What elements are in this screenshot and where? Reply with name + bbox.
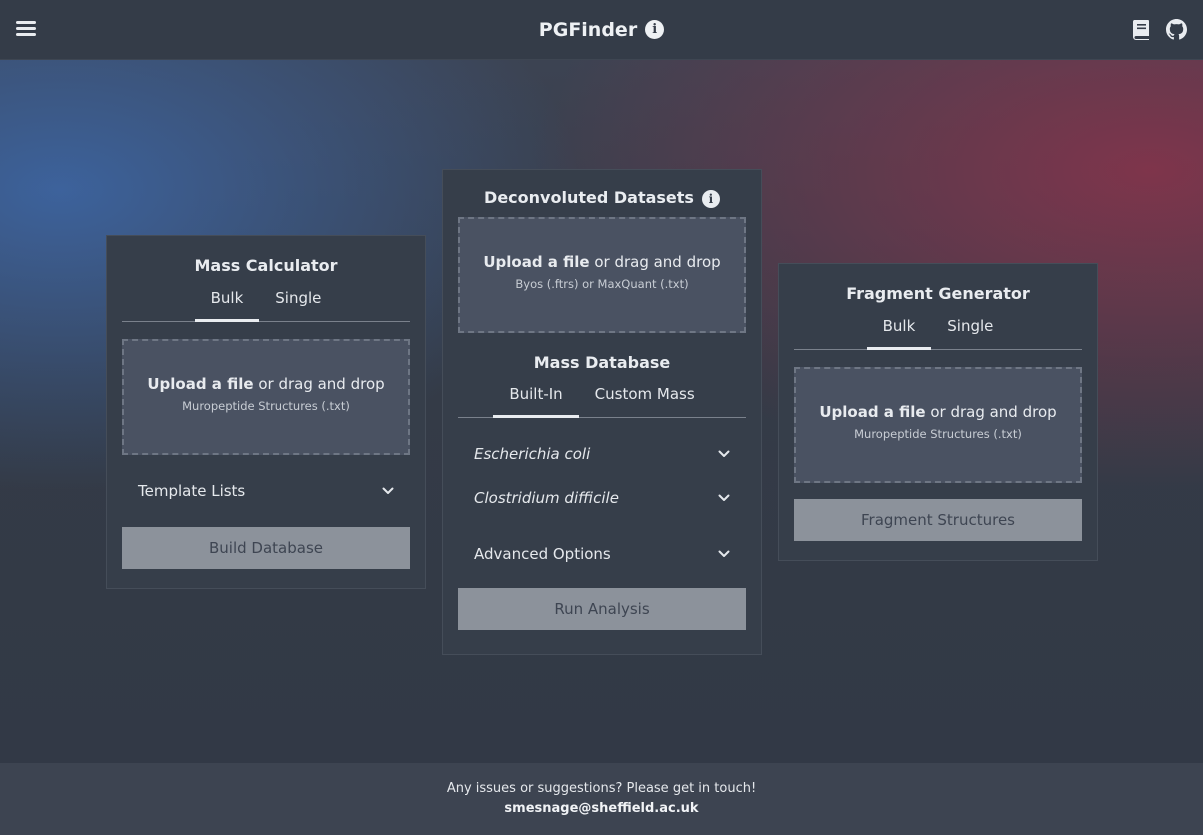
chevron-down-icon bbox=[718, 450, 730, 457]
mass-database-title: Mass Database bbox=[533, 352, 671, 372]
advanced-options-dropdown[interactable]: Advanced Options bbox=[458, 520, 746, 588]
footer: Any issues or suggestions? Please get in… bbox=[0, 763, 1203, 835]
muropeptide-upload-dropzone[interactable]: Upload a file or drag and drop Muropepti… bbox=[122, 339, 410, 455]
upload-hint: Byos (.ftrs) or MaxQuant (.txt) bbox=[515, 276, 689, 291]
upload-hint: Muropeptide Structures (.txt) bbox=[182, 399, 350, 413]
book-icon[interactable] bbox=[1131, 19, 1151, 41]
organism-label: Escherichia coli bbox=[474, 444, 591, 463]
fragment-generator-tabs: Bulk Single bbox=[794, 313, 1082, 350]
chevron-down-icon bbox=[718, 494, 730, 501]
mass-calculator-panel: Mass Calculator Bulk Single Upload a fil… bbox=[106, 235, 426, 589]
app-title: PGFinder i bbox=[0, 18, 1203, 41]
tab-bulk[interactable]: Bulk bbox=[866, 313, 932, 350]
fragment-generator-title: Fragment Generator bbox=[846, 284, 1030, 303]
build-database-button[interactable]: Build Database bbox=[122, 527, 410, 569]
tab-single[interactable]: Single bbox=[259, 285, 337, 322]
tab-bulk[interactable]: Bulk bbox=[194, 285, 260, 322]
upload-link[interactable]: Upload a file bbox=[147, 375, 253, 393]
upload-hint: Muropeptide Structures (.txt) bbox=[854, 427, 1022, 441]
info-icon[interactable]: i bbox=[645, 20, 665, 39]
top-app-bar: PGFinder i bbox=[0, 0, 1203, 60]
fragment-generator-panel: Fragment Generator Bulk Single Upload a … bbox=[778, 263, 1098, 561]
mass-calculator-tabs: Bulk Single bbox=[122, 285, 410, 322]
template-lists-dropdown[interactable]: Template Lists bbox=[122, 455, 410, 527]
upload-link[interactable]: Upload a file bbox=[819, 403, 925, 421]
advanced-options-label: Advanced Options bbox=[474, 544, 611, 563]
tab-single[interactable]: Single bbox=[931, 313, 1009, 350]
organism-label: Clostridium difficile bbox=[474, 488, 619, 507]
deconvoluted-datasets-title-text: Deconvoluted Datasets bbox=[484, 188, 694, 207]
fragment-upload-dropzone[interactable]: Upload a file or drag and drop Muropepti… bbox=[794, 367, 1082, 483]
contact-email-link[interactable]: smesnage@sheffield.ac.uk bbox=[0, 801, 1203, 816]
mass-calculator-title: Mass Calculator bbox=[194, 256, 338, 275]
chevron-down-icon bbox=[382, 487, 394, 494]
run-analysis-button[interactable]: Run Analysis bbox=[458, 587, 746, 630]
footer-message: Any issues or suggestions? Please get in… bbox=[446, 781, 757, 796]
mass-database-tabs: Built-In Custom Mass bbox=[458, 381, 746, 418]
upload-prompt: Upload a file or drag and drop bbox=[796, 403, 1080, 421]
deconvoluted-datasets-panel: Deconvoluted Datasets i Upload a file or … bbox=[442, 169, 762, 655]
upload-prompt-rest: or drag and drop bbox=[253, 375, 385, 393]
deconvoluted-datasets-title: Deconvoluted Datasets i bbox=[458, 188, 746, 208]
upload-prompt-rest: or drag and drop bbox=[589, 252, 721, 271]
github-icon[interactable] bbox=[1166, 19, 1187, 40]
tab-built-in[interactable]: Built-In bbox=[493, 381, 579, 418]
upload-link[interactable]: Upload a file bbox=[483, 253, 589, 271]
app-title-text: PGFinder bbox=[538, 18, 638, 41]
fragment-structures-button[interactable]: Fragment Structures bbox=[794, 499, 1082, 541]
chevron-down-icon bbox=[718, 550, 730, 557]
upload-prompt-rest: or drag and drop bbox=[925, 403, 1057, 421]
upload-prompt: Upload a file or drag and drop bbox=[460, 253, 744, 271]
organism-escherichia-coli[interactable]: Escherichia coli bbox=[458, 432, 746, 476]
info-icon[interactable]: i bbox=[701, 189, 720, 208]
template-lists-label: Template Lists bbox=[138, 482, 246, 500]
upload-prompt: Upload a file or drag and drop bbox=[124, 375, 408, 393]
organism-clostridium-difficile[interactable]: Clostridium difficile bbox=[458, 476, 746, 520]
dataset-upload-dropzone[interactable]: Upload a file or drag and drop Byos (.ft… bbox=[458, 216, 746, 333]
tab-custom-mass[interactable]: Custom Mass bbox=[579, 381, 711, 418]
